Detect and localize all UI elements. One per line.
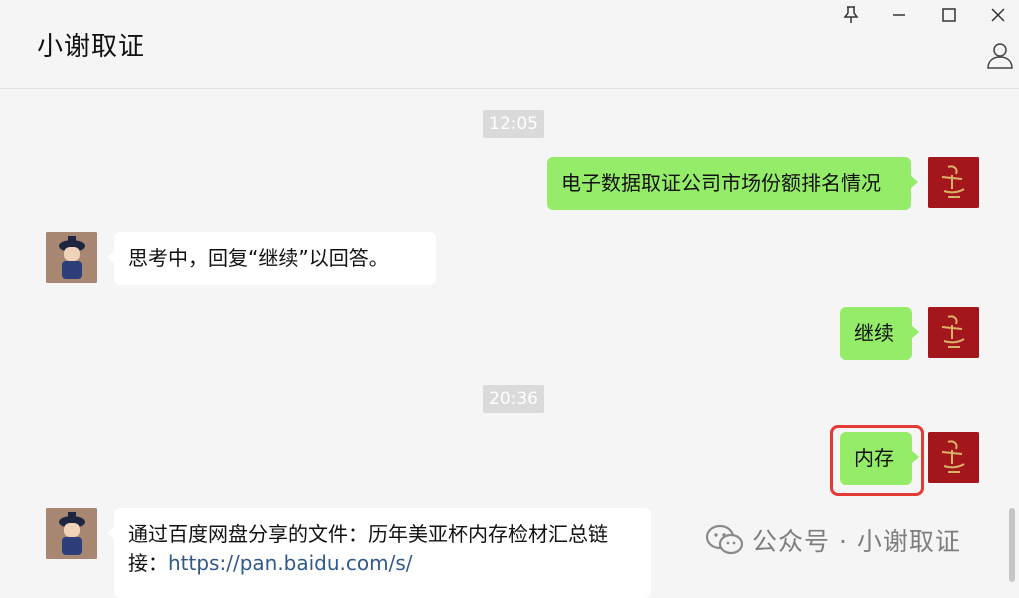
avatar-peer[interactable]	[46, 232, 97, 283]
message-bubble-self[interactable]: 内存	[840, 432, 919, 485]
message-bubble-self[interactable]: 电子数据取证公司市场份额排名情况	[547, 157, 918, 210]
avatar-self[interactable]	[928, 307, 979, 358]
wechat-icon	[706, 524, 744, 555]
message-bubble-peer[interactable]: 思考中，回复“继续”以回答。	[107, 232, 436, 285]
close-icon[interactable]	[987, 4, 1009, 26]
message-list[interactable]: 12:05 电子数据取证公司市场份额排名情况 思考中，回复“继续”以回答。 继续…	[0, 89, 1019, 598]
avatar-self[interactable]	[928, 432, 979, 483]
scrollbar[interactable]	[1009, 508, 1015, 582]
share-link[interactable]: https://pan.baidu.com/s/	[168, 551, 413, 575]
minimize-icon[interactable]	[888, 4, 910, 26]
profile-icon[interactable]	[986, 41, 1014, 69]
pin-icon[interactable]	[840, 4, 862, 26]
title-bar: 小谢取证	[0, 0, 1019, 89]
timestamp: 20:36	[483, 385, 544, 413]
maximize-icon[interactable]	[938, 4, 960, 26]
avatar-self[interactable]	[928, 157, 979, 208]
avatar-peer[interactable]	[46, 508, 97, 559]
message-bubble-peer[interactable]: 通过百度网盘分享的文件：历年美亚杯内存检材汇总链接：https://pan.ba…	[107, 508, 651, 598]
timestamp: 12:05	[483, 110, 544, 138]
chat-title: 小谢取证	[37, 32, 146, 62]
message-bubble-self[interactable]: 继续	[840, 307, 919, 360]
watermark: 公众号 · 小谢取证	[706, 522, 961, 558]
watermark-text: 公众号 · 小谢取证	[752, 527, 961, 556]
